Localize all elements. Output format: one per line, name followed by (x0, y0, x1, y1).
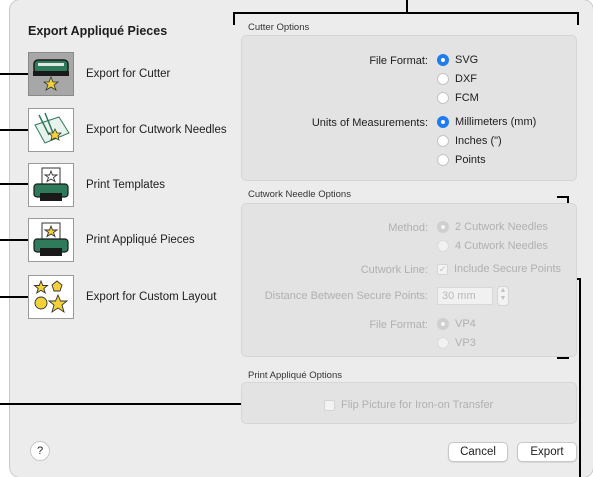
sidebar-item-label: Export for Custom Layout (86, 291, 217, 303)
radio-label: VP3 (455, 337, 476, 349)
sidebar-item-export-for-custom-layout[interactable]: Export for Custom Layout (28, 274, 216, 320)
sidebar-item-label: Export for Cutwork Needles (86, 124, 227, 136)
sidebar-item-label: Print Templates (86, 179, 166, 191)
radio-label: SVG (455, 54, 479, 66)
distance-stepper[interactable]: ▲ ▼ (497, 286, 509, 306)
callout-right-bracket-top (557, 196, 569, 198)
cancel-button[interactable]: Cancel (448, 442, 508, 462)
sidebar-item-label: Print Appliqué Pieces (86, 234, 195, 246)
printer-applique-icon (28, 218, 74, 262)
cutter-icon (28, 52, 74, 96)
radio-label: Inches (") (455, 135, 502, 147)
radio-selected-icon (437, 116, 449, 128)
radio-selected-icon (437, 318, 449, 330)
sidebar-item-export-for-cutter[interactable]: Export for Cutter (28, 51, 170, 97)
radio-label: 4 Cutwork Needles (455, 240, 548, 252)
checkbox-icon (324, 399, 335, 411)
export-button[interactable]: Export (517, 442, 577, 462)
callout-left-4 (0, 239, 30, 241)
distance-field[interactable]: 30 mm (437, 287, 493, 305)
cutwork-needles-icon (28, 108, 74, 152)
radio-label: 2 Cutwork Needles (455, 221, 548, 233)
cutwork-format-radio-vp3[interactable]: VP3 (437, 337, 476, 349)
sidebar-item-print-applique-pieces[interactable]: Print Appliqué Pieces (28, 217, 195, 263)
units-radio-millimeters[interactable]: Millimeters (mm) (437, 116, 536, 128)
radio-label: VP4 (455, 318, 476, 330)
callout-left-2 (0, 129, 30, 131)
radio-icon (437, 240, 449, 252)
callout-top-tick-right (577, 12, 579, 25)
include-secure-points-checkbox[interactable]: ✓ Include Secure Points (437, 263, 561, 275)
checkbox-label: Include Secure Points (454, 263, 562, 275)
file-format-label: File Format: (369, 55, 428, 67)
method-label: Method: (388, 222, 428, 234)
cutwork-file-format-label: File Format: (369, 319, 428, 331)
units-label: Units of Measurements: (311, 117, 428, 129)
printer-template-icon (28, 163, 74, 207)
radio-selected-icon (437, 221, 449, 233)
callout-top-tick-left (233, 12, 235, 25)
callout-left-3 (0, 183, 30, 185)
sidebar-item-label: Export for Cutter (86, 68, 171, 80)
method-radio-4-needles[interactable]: 4 Cutwork Needles (437, 240, 548, 252)
radio-selected-icon (437, 54, 449, 66)
units-radio-inches[interactable]: Inches (") (437, 135, 502, 147)
file-format-radio-dxf[interactable]: DXF (437, 73, 477, 85)
file-format-radio-svg[interactable]: SVG (437, 54, 478, 66)
sidebar-item-print-templates[interactable]: Print Templates (28, 162, 165, 208)
method-radio-2-needles[interactable]: 2 Cutwork Needles (437, 221, 548, 233)
help-button[interactable]: ? (30, 441, 50, 461)
units-radio-points[interactable]: Points (437, 154, 486, 166)
callout-right-stem (579, 278, 581, 477)
checkmark-icon: ✓ (437, 263, 448, 275)
sidebar-item-export-for-cutwork-needles[interactable]: Export for Cutwork Needles (28, 107, 227, 153)
distance-label: Distance Between Secure Points: (264, 290, 428, 302)
cutter-options-title: Cutter Options (248, 22, 310, 33)
cutwork-line-label: Cutwork Line: (360, 264, 428, 276)
flip-picture-checkbox[interactable]: Flip Picture for Iron-on Transfer (324, 399, 493, 411)
radio-label: DXF (455, 73, 477, 85)
callout-left-5 (0, 296, 30, 298)
radio-label: Millimeters (mm) (455, 116, 537, 128)
radio-icon (437, 73, 449, 85)
callout-top-stem (406, 0, 408, 13)
radio-icon (437, 92, 449, 104)
print-options-title: Print Appliqué Options (248, 370, 343, 381)
radio-icon (437, 337, 449, 349)
callout-left-1 (0, 73, 30, 75)
sidebar-title: Export Appliqué Pieces (28, 24, 168, 38)
radio-label: Points (455, 154, 486, 166)
radio-icon (437, 154, 449, 166)
cutwork-options-title: Cutwork Needle Options (248, 189, 351, 200)
checkbox-label: Flip Picture for Iron-on Transfer (341, 399, 494, 411)
callout-right-bracket-bottom (557, 357, 569, 359)
file-format-radio-fcm[interactable]: FCM (437, 92, 479, 104)
cutwork-format-radio-vp4[interactable]: VP4 (437, 318, 476, 330)
radio-label: FCM (455, 92, 479, 104)
radio-icon (437, 135, 449, 147)
shapes-icon (28, 275, 74, 319)
